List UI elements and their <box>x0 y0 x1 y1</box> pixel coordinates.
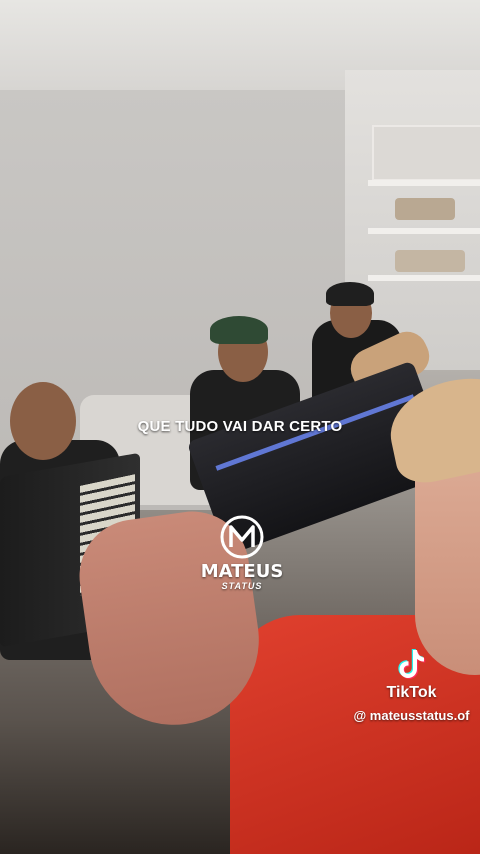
m-monogram-icon <box>219 514 265 560</box>
shelf-decor <box>395 198 455 220</box>
video-frame[interactable]: QUE TUDO VAI DAR CERTO MATEUS STATUS Tik… <box>0 0 480 854</box>
mateus-status-watermark: MATEUS STATUS <box>192 514 292 604</box>
shelf <box>368 275 480 281</box>
watermark-brand-name: MATEUS <box>200 561 284 582</box>
tiktok-watermark: TikTok @ mateusstatus.of <box>349 646 474 723</box>
tiktok-brand: TikTok <box>386 684 437 701</box>
tiktok-note-icon <box>394 646 430 682</box>
air-conditioner <box>372 125 480 181</box>
shelf <box>368 228 480 234</box>
watermark-brand-sub: STATUS <box>221 581 263 591</box>
shelf <box>368 180 480 186</box>
black-cap <box>326 282 374 306</box>
tiktok-username[interactable]: @ mateusstatus.of <box>349 708 474 723</box>
green-cap <box>210 316 268 344</box>
shelf-decor <box>395 250 465 272</box>
lyric-caption: QUE TUDO VAI DAR CERTO <box>137 418 343 435</box>
